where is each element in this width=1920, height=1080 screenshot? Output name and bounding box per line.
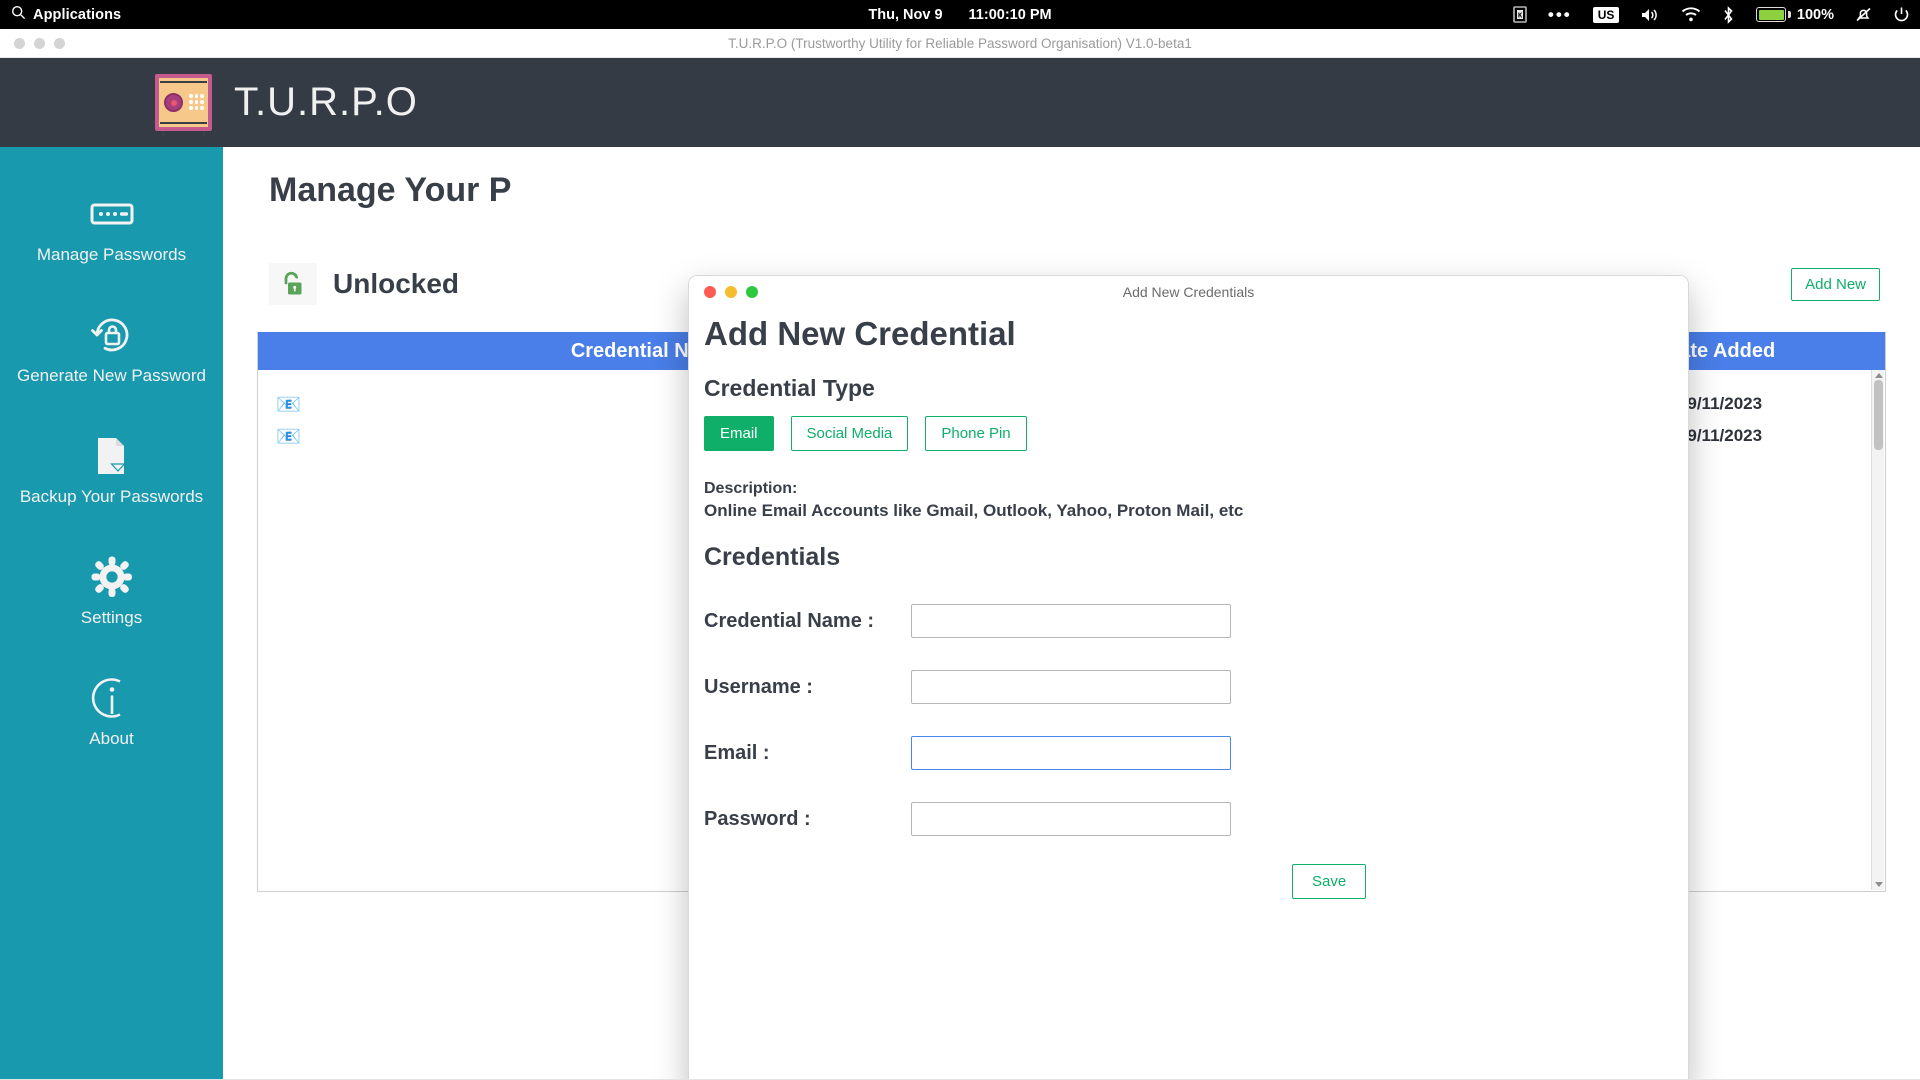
save-row: Save	[704, 864, 1673, 899]
battery-icon[interactable]: 100%	[1756, 7, 1834, 23]
ellipsis-icon[interactable]: •••	[1548, 6, 1572, 23]
wifi-icon[interactable]	[1681, 7, 1701, 22]
screen-capture-icon[interactable]: K	[1513, 6, 1527, 23]
description-block: Description: Online Email Accounts like …	[704, 480, 1673, 521]
application-window: T.U.R.P.O (Trustworthy Utility for Relia…	[0, 29, 1920, 1080]
lock-status-label: Unlocked	[333, 268, 460, 299]
safe-dial	[164, 93, 183, 112]
username-input[interactable]	[911, 670, 1231, 704]
safe-keypad	[189, 94, 204, 110]
credentials-heading: Credentials	[704, 543, 841, 571]
window-titlebar: T.U.R.P.O (Trustworthy Utility for Relia…	[0, 29, 1920, 58]
password-label: Password :	[704, 807, 811, 830]
brand: T.U.R.P.O	[155, 74, 418, 137]
sidebar: Manage Passwords Generate New Password B…	[0, 147, 223, 1080]
description-text: Online Email Accounts like Gmail, Outloo…	[704, 501, 1244, 520]
dialog-window-title: Add New Credentials	[1122, 283, 1255, 300]
app-header: T.U.R.P.O	[0, 58, 1920, 147]
field-row-credential-name: Credential Name :	[704, 588, 1673, 654]
battery-fill	[1758, 9, 1784, 20]
credential-name-label: Credential Name :	[704, 609, 875, 632]
type-button-phone-pin[interactable]: Phone Pin	[925, 416, 1027, 451]
sidebar-item-settings[interactable]: Settings	[0, 542, 223, 641]
power-icon[interactable]	[1893, 6, 1910, 23]
envelope-icon: 📧	[276, 425, 301, 448]
sidebar-item-label: Settings	[80, 608, 143, 627]
credential-name-input[interactable]	[911, 604, 1231, 638]
app-body: Manage Passwords Generate New Password B…	[0, 147, 1920, 1080]
scroll-up-arrow-icon[interactable]	[1875, 373, 1883, 378]
window-title: T.U.R.P.O (Trustworthy Utility for Relia…	[728, 35, 1192, 51]
refresh-lock-icon	[90, 313, 134, 357]
safe-legs	[159, 131, 208, 137]
credential-form: Credential Name : Username : Email : Pas…	[704, 588, 1673, 899]
system-tray: K ••• US 100%	[1513, 6, 1910, 24]
field-row-username: Username :	[704, 654, 1673, 720]
dialog-heading: Add New Credential	[704, 315, 1016, 352]
os-menu-bar: Applications Thu, Nov 9 11:00:10 PM K ••…	[0, 0, 1920, 29]
battery-tip	[1788, 11, 1791, 18]
sidebar-item-label: About	[89, 729, 134, 748]
main-content: Manage Your P Unlocked Add New Credentia…	[223, 147, 1920, 1080]
email-label: Email :	[704, 741, 770, 764]
unlocked-padlock-icon	[269, 263, 317, 305]
type-button-email[interactable]: Email	[704, 416, 774, 451]
sidebar-item-label: Manage Passwords	[36, 245, 187, 264]
password-field-icon	[90, 192, 134, 236]
sidebar-item-label: Backup Your Passwords	[19, 487, 204, 506]
page-title: Manage Your P	[269, 171, 512, 209]
speaker-icon[interactable]	[1640, 7, 1660, 23]
field-row-password: Password :	[704, 786, 1673, 852]
brand-name: T.U.R.P.O	[234, 80, 418, 124]
clock-time: 11:00:10 PM	[968, 6, 1052, 23]
sidebar-item-manage-passwords[interactable]: Manage Passwords	[0, 179, 223, 278]
sidebar-item-about[interactable]: About	[0, 663, 223, 762]
field-row-email: Email :	[704, 720, 1673, 786]
sidebar-item-generate-new-password[interactable]: Generate New Password	[0, 300, 223, 399]
vault-lock-status: Unlocked	[269, 263, 459, 305]
save-button[interactable]: Save	[1292, 864, 1367, 899]
dialog-titlebar: Add New Credentials	[689, 276, 1688, 307]
description-label: Description:	[704, 480, 798, 497]
clock-date: Thu, Nov 9	[868, 6, 943, 23]
file-download-icon	[92, 434, 132, 478]
username-label: Username :	[704, 675, 813, 698]
credential-type-heading: Credential Type	[704, 375, 875, 401]
battery-body	[1756, 7, 1787, 22]
password-input[interactable]	[911, 802, 1231, 836]
safe-vault-icon	[155, 74, 212, 137]
credential-type-group: Email Social Media Phone Pin	[704, 416, 1673, 451]
dialog-body: Add New Credential Credential Type Email…	[689, 315, 1688, 899]
type-button-social-media[interactable]: Social Media	[790, 416, 909, 451]
envelope-icon: 📧	[276, 393, 301, 416]
email-input[interactable]	[911, 736, 1231, 770]
sidebar-item-backup-your-passwords[interactable]: Backup Your Passwords	[0, 421, 223, 520]
table-scrollbar[interactable]	[1871, 370, 1884, 890]
add-credential-dialog: Add New Credentials Add New Credential C…	[688, 275, 1689, 1080]
scroll-down-arrow-icon[interactable]	[1875, 882, 1883, 887]
keyboard-layout-indicator[interactable]: US	[1592, 6, 1620, 23]
bell-muted-icon[interactable]	[1855, 6, 1872, 23]
info-circle-icon	[90, 676, 134, 720]
scrollbar-thumb[interactable]	[1874, 380, 1883, 450]
gear-icon	[90, 555, 134, 599]
bluetooth-icon[interactable]	[1722, 5, 1735, 24]
add-new-button[interactable]: Add New	[1791, 267, 1880, 301]
battery-percent: 100%	[1796, 6, 1834, 23]
sidebar-item-label: Generate New Password	[17, 366, 206, 385]
